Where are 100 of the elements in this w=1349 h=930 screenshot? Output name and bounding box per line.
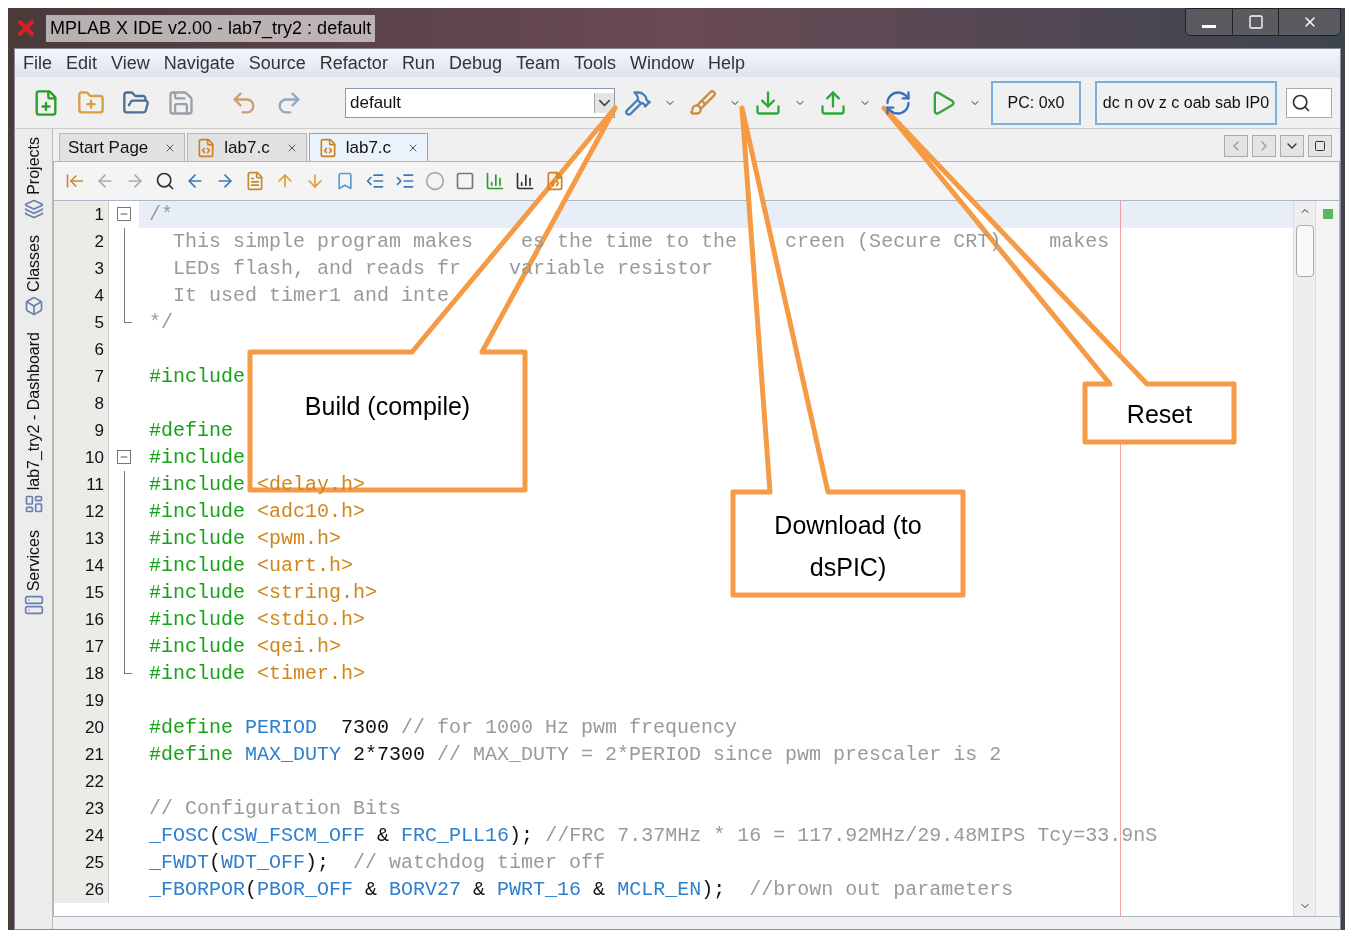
code-text: PWRT_16 [497,877,582,903]
search-field[interactable] [1286,87,1332,118]
code-text: CSW_FSCM_OFF [221,823,366,849]
maximize-button[interactable] [1232,9,1278,35]
code-text: /* [149,202,173,228]
menu-item[interactable]: File [23,49,52,77]
code-text: // watchdog timer off [353,850,606,876]
toggle-highlight-icon [245,171,265,191]
code-text: <string.h> [257,580,378,606]
menu-item[interactable]: Tools [573,49,616,77]
menu-item[interactable]: Debug [448,49,502,77]
scroll-tabs-right-button[interactable] [1252,135,1276,157]
fold-toggle[interactable] [117,450,131,464]
menu-item[interactable]: Window [630,49,695,77]
scrollbar-thumb[interactable] [1295,225,1314,277]
code-text: 7300 [340,715,391,741]
line-number: 9 [94,421,104,440]
fold-toggle[interactable] [117,207,131,221]
code-text: LEDs flash, and reads fr [172,256,462,282]
line-number: 1 [94,205,104,224]
code-text: #include [149,472,246,498]
code-text: #include [149,445,245,471]
side-tab[interactable]: lab7_try2 - Dashboard [21,331,46,490]
menu-item[interactable]: Refactor [319,49,388,77]
side-tab-icon [23,494,44,514]
code-text: //brown out parameters [749,877,1014,903]
code-text: _FBORPOR [149,877,245,903]
status-flags-display: dc n ov z c oab sab IP0 [1095,80,1277,125]
reset-icon [883,88,912,117]
code-text: #include [149,499,246,525]
code-text: 2*7300 [352,742,427,768]
code-text: #include [149,580,246,606]
line-number: 17 [85,637,104,656]
search-icon [1291,92,1311,113]
line-number: 10 [85,448,104,467]
menu-item[interactable]: Navigate [163,49,235,77]
code-text: #include [149,526,246,552]
side-tab[interactable]: Classes [21,234,46,292]
code-text: // for 1000 Hz pwm frequency [401,715,738,741]
stop-macro-icon [455,171,475,191]
line-number: 8 [94,394,104,413]
line-number: 25 [85,853,104,872]
line-number: 16 [85,610,104,629]
code-text: #define [149,742,234,768]
fold-end [123,660,132,674]
menu-item[interactable]: Run [401,49,435,77]
shift-left-icon [365,171,385,191]
code-text: ( [209,823,222,849]
code-text: <uart.h> [257,553,354,579]
new-project-icon [76,88,105,117]
code-text: BORV27 [389,877,462,903]
code-text: // Configuration Bits [149,796,402,822]
maximize-icon [1314,140,1326,152]
find-icon [155,171,175,191]
last-edit-icon [65,171,85,191]
maximize-editor-button[interactable] [1308,135,1332,157]
line-number: 4 [94,286,104,305]
c-file-icon [196,137,217,158]
menu-item[interactable]: View [111,49,150,77]
callout-label: Download (to [774,510,922,541]
configuration-dropdown[interactable]: default [345,87,615,118]
code-text: makes [1049,229,1110,255]
code-text: PBOR_OFF [257,877,354,903]
minimize-icon [1202,24,1216,28]
upload-icon [818,88,847,117]
code-text: <adc10.h> [257,499,366,525]
code-text: ); [509,823,535,849]
clean-build-icon [688,88,717,117]
code-text: It used timer1 and inte [172,283,450,309]
menu-item[interactable]: Source [248,49,306,77]
code-text: <timer.h> [257,661,366,687]
line-number: 6 [94,340,104,359]
side-tab[interactable]: Services [21,530,46,592]
menu-item[interactable]: Team [515,49,560,77]
side-tab[interactable]: Projects [21,137,46,195]
line-number: 23 [85,799,104,818]
code-text: WDT_OFF [221,850,306,876]
line-number: 11 [86,475,104,494]
line-number: 15 [85,583,104,602]
editor-tab[interactable]: Start Page [59,133,186,161]
code-text: #include [149,553,246,579]
side-tab-icon [23,198,44,219]
editor-tab[interactable]: lab7.c [187,133,307,161]
menu-item[interactable]: Edit [66,49,98,77]
scroll-tabs-left-button[interactable] [1224,135,1248,157]
code-text: MAX_DUTY [245,742,342,768]
menu-item[interactable]: Help [708,49,746,77]
caret-icon [594,92,614,113]
metrics-icon [485,171,505,191]
build-icon [623,88,652,117]
editor-tab[interactable]: lab7.c [308,133,429,161]
code-text: ( [209,850,222,876]
callout-label: Reset [1126,399,1193,430]
minimize-button[interactable] [1186,9,1232,35]
line-number: 26 [85,880,104,899]
side-tab-icon [23,595,44,616]
close-button[interactable] [1278,9,1340,35]
window-title: MPLAB X IDE v2.00 - lab7_try2 : default [46,14,376,42]
line-number: 2 [94,232,104,251]
code-text: // MAX_DUTY = 2*PERIOD since pwm prescaler is 2 [437,742,1002,768]
